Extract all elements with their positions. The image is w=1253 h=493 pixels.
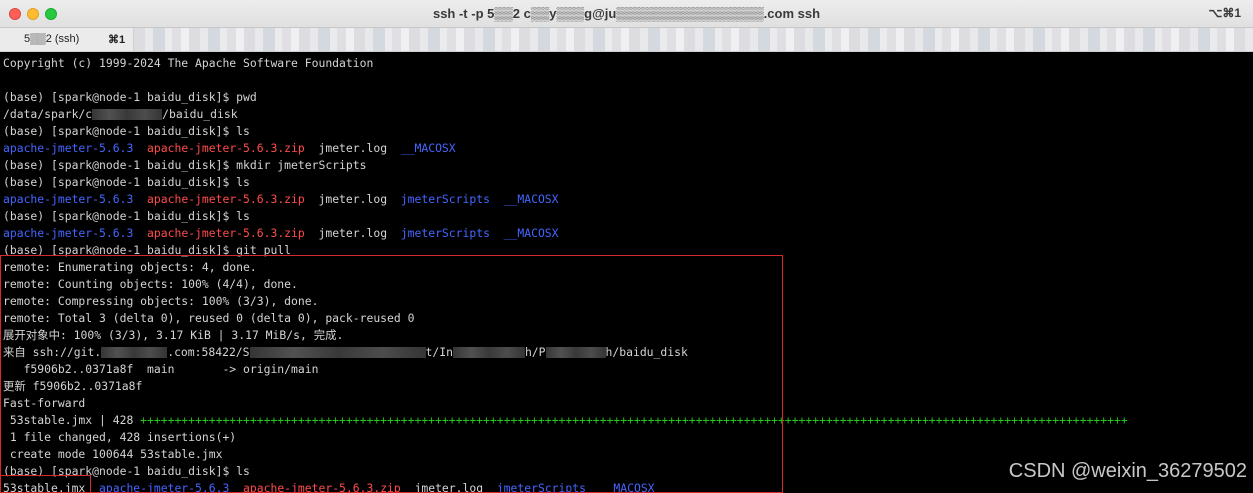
prompt-line: (base) [spark@node-1 baidu_disk]$ ls [3, 124, 250, 138]
ls-output-line: apache-jmeter-5.6.3 apache-jmeter-5.6.3.… [3, 191, 559, 208]
diffstat-line: 53stable.jmx | 428 +++++++++++++++++++++… [3, 413, 1128, 427]
redacted-text [249, 347, 426, 358]
directory-entry: apache-jmeter-5.6.3 [3, 192, 134, 206]
git-output-line: 展开对象中: 100% (3/3), 3.17 KiB | 3.17 MiB/s… [3, 328, 344, 342]
directory-entry: jmeterScripts [400, 192, 490, 206]
redacted-tab-area [134, 28, 1253, 51]
git-output-line: remote: Counting objects: 100% (4/4), do… [3, 277, 298, 291]
tab-shortcut: ⌘1 [108, 34, 126, 46]
directory-entry: __MACOSX [400, 141, 456, 155]
file-entry: jmeter.log [318, 192, 388, 206]
directory-entry: jmeterScripts [400, 226, 490, 240]
prompt-line: (base) [spark@node-1 baidu_disk]$ ls [3, 209, 250, 223]
git-output-line: 更新 f5906b2..0371a8f [3, 379, 143, 393]
redacted-text [452, 347, 525, 358]
csdn-watermark: CSDN @weixin_36279502 [1008, 460, 1247, 482]
terminal-output[interactable]: Copyright (c) 1999-2024 The Apache Softw… [0, 52, 1253, 493]
prompt-line: (base) [spark@node-1 baidu_disk]$ git pu… [3, 243, 292, 257]
tab-ssh[interactable]: 5▒▒2 (ssh) ⌘1 [0, 28, 134, 51]
title-bar[interactable]: ssh -t -p 5▒▒2 c▒▒y▒▒▒g@ju▒▒▒▒▒▒▒▒▒▒▒▒▒▒… [0, 0, 1253, 28]
window-title: ssh -t -p 5▒▒2 c▒▒y▒▒▒g@ju▒▒▒▒▒▒▒▒▒▒▒▒▒▒… [432, 6, 821, 21]
redacted-text [92, 109, 163, 120]
zip-entry: apache-jmeter-5.6.3.zip [147, 141, 305, 155]
zip-entry: apache-jmeter-5.6.3.zip [147, 226, 305, 240]
directory-entry: __MACOSX [503, 226, 559, 240]
git-output-line: f5906b2..0371a8f main -> origin/main [3, 362, 319, 376]
tab-label: 5▒▒2 (ssh) [24, 33, 80, 45]
output-line: Copyright (c) 1999-2024 The Apache Softw… [3, 56, 374, 70]
git-output-line: remote: Total 3 (delta 0), reused 0 (del… [3, 311, 415, 325]
file-entry: jmeter.log [318, 226, 388, 240]
zip-entry: apache-jmeter-5.6.3.zip [243, 481, 401, 493]
directory-entry: jmeterScripts [496, 481, 586, 493]
diffstat-plus-bar: ++++++++++++++++++++++++++++++++++++++++… [140, 413, 1128, 427]
directory-entry: apache-jmeter-5.6.3 [3, 141, 134, 155]
ls-output-line: apache-jmeter-5.6.3 apache-jmeter-5.6.3.… [3, 225, 559, 242]
file-entry: 53stable.jmx [3, 481, 86, 493]
prompt-line: (base) [spark@node-1 baidu_disk]$ ls [3, 464, 250, 478]
prompt-line: (base) [spark@node-1 baidu_disk]$ ls [3, 175, 250, 189]
zip-entry: apache-jmeter-5.6.3.zip [147, 192, 305, 206]
git-output-line: remote: Compressing objects: 100% (3/3),… [3, 294, 319, 308]
output-line: /data/spark/c/baidu_disk [3, 107, 238, 121]
redacted-text [101, 347, 168, 358]
directory-entry: __MACOSX [599, 481, 655, 493]
git-output-line: create mode 100644 53stable.jmx [3, 447, 223, 461]
git-output-line: remote: Enumerating objects: 4, done. [3, 260, 257, 274]
file-entry: jmeter.log [414, 481, 484, 493]
git-output-line: 1 file changed, 428 insertions(+) [3, 430, 237, 444]
directory-entry: apache-jmeter-5.6.3 [99, 481, 230, 493]
prompt-line: (base) [spark@node-1 baidu_disk]$ pwd [3, 90, 257, 104]
ls-output-line: 53stable.jmx apache-jmeter-5.6.3 apache-… [3, 480, 655, 493]
window-shortcut: ⌥⌘1 [1208, 6, 1241, 20]
redacted-text [545, 347, 606, 358]
directory-entry: apache-jmeter-5.6.3 [3, 226, 134, 240]
prompt-line: (base) [spark@node-1 baidu_disk]$ mkdir … [3, 158, 367, 172]
directory-entry: __MACOSX [503, 192, 559, 206]
git-output-line: 来自 ssh://git. .com:58422/S t/In h/P h/baidu_… [3, 345, 688, 359]
tab-bar: 5▒▒2 (ssh) ⌘1 [0, 28, 1253, 52]
ls-output-line: apache-jmeter-5.6.3 apache-jmeter-5.6.3.… [3, 140, 456, 157]
terminal-window: ssh -t -p 5▒▒2 c▒▒y▒▒▒g@ju▒▒▒▒▒▒▒▒▒▒▒▒▒▒… [0, 0, 1253, 493]
file-entry: jmeter.log [318, 141, 388, 155]
git-output-line: Fast-forward [3, 396, 86, 410]
